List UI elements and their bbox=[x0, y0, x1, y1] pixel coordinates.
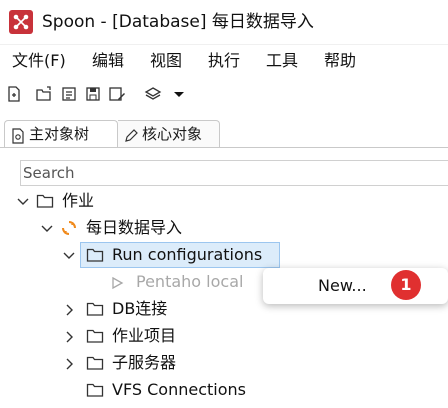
tree-item-slave-servers[interactable]: 子服务器 bbox=[62, 350, 262, 376]
toolbar bbox=[0, 76, 448, 114]
new-file-icon[interactable] bbox=[5, 85, 23, 103]
pencil-icon bbox=[123, 126, 139, 142]
chevron-right-icon[interactable] bbox=[62, 356, 76, 370]
folder-icon bbox=[36, 193, 54, 209]
tab-main-tree-label: 主对象树 bbox=[29, 125, 90, 143]
title-bar: Spoon - [Database] 每日数据导入 bbox=[0, 0, 448, 44]
tree-item-jobs-label: 作业 bbox=[62, 191, 95, 210]
dropdown-arrow-icon[interactable] bbox=[170, 85, 188, 103]
tree-item-slave-servers-label: 子服务器 bbox=[112, 353, 177, 372]
folder-icon bbox=[86, 355, 104, 371]
explore-repository-icon[interactable] bbox=[60, 85, 78, 103]
tree-item-job-items[interactable]: 作业项目 bbox=[62, 323, 262, 349]
step-badge: 1 bbox=[391, 270, 421, 300]
chevron-down-icon[interactable] bbox=[62, 248, 76, 262]
tree-item-pentaho-local-label: Pentaho local bbox=[136, 272, 244, 291]
folder-icon bbox=[86, 328, 104, 344]
chevron-right-icon[interactable] bbox=[62, 302, 76, 316]
tree-item-jobs[interactable]: 作业 bbox=[14, 188, 214, 214]
menu-file[interactable]: 文件(F) bbox=[12, 50, 66, 72]
window-title: Spoon - [Database] 每日数据导入 bbox=[42, 12, 314, 32]
tree-item-run-configurations[interactable]: Run configurations bbox=[62, 242, 282, 268]
folder-icon bbox=[86, 301, 104, 317]
chevron-down-icon[interactable] bbox=[16, 194, 30, 208]
tree-item-db-connections[interactable]: DB连接 bbox=[62, 296, 262, 322]
spoon-app-icon bbox=[9, 10, 33, 34]
layers-icon[interactable] bbox=[144, 85, 162, 103]
context-menu-new[interactable]: New... bbox=[318, 274, 367, 298]
save-as-icon[interactable] bbox=[108, 85, 126, 103]
play-icon bbox=[110, 275, 124, 290]
menu-edit[interactable]: 编辑 bbox=[92, 50, 124, 72]
menu-run[interactable]: 执行 bbox=[208, 50, 240, 72]
tree-item-pentaho-local[interactable]: Pentaho local bbox=[108, 269, 268, 295]
chevron-down-icon[interactable] bbox=[40, 221, 54, 235]
menu-tools[interactable]: 工具 bbox=[266, 50, 298, 72]
save-icon[interactable] bbox=[84, 85, 102, 103]
menu-view[interactable]: 视图 bbox=[150, 50, 182, 72]
tree-item-vfs-connections-label: VFS Connections bbox=[112, 380, 246, 399]
tree-item-vfs-connections[interactable]: VFS Connections bbox=[62, 377, 282, 403]
tab-main-tree[interactable]: 主对象树 bbox=[4, 120, 118, 148]
tree-item-run-configurations-label: Run configurations bbox=[112, 245, 263, 264]
open-folder-icon[interactable] bbox=[35, 85, 53, 103]
tree-item-job-label: 每日数据导入 bbox=[86, 218, 183, 237]
job-icon bbox=[60, 220, 78, 236]
perspective-tabs: 主对象树 核心对象 bbox=[0, 114, 448, 150]
search-input[interactable] bbox=[21, 161, 448, 185]
chevron-right-icon[interactable] bbox=[62, 329, 76, 343]
tree-item-job[interactable]: 每日数据导入 bbox=[38, 215, 238, 241]
search-box bbox=[20, 160, 448, 186]
folder-icon bbox=[86, 247, 104, 263]
document-tree-icon bbox=[10, 126, 26, 144]
tab-core-objects[interactable]: 核心对象 bbox=[118, 120, 220, 148]
tab-core-objects-label: 核心对象 bbox=[142, 125, 203, 143]
menu-help[interactable]: 帮助 bbox=[324, 50, 356, 72]
tree-item-db-connections-label: DB连接 bbox=[112, 299, 168, 318]
folder-icon bbox=[86, 382, 104, 398]
tabs-divider bbox=[0, 147, 448, 148]
tree-item-job-items-label: 作业项目 bbox=[112, 326, 177, 345]
menu-bar: 文件(F) 编辑 视图 执行 工具 帮助 bbox=[0, 44, 448, 76]
